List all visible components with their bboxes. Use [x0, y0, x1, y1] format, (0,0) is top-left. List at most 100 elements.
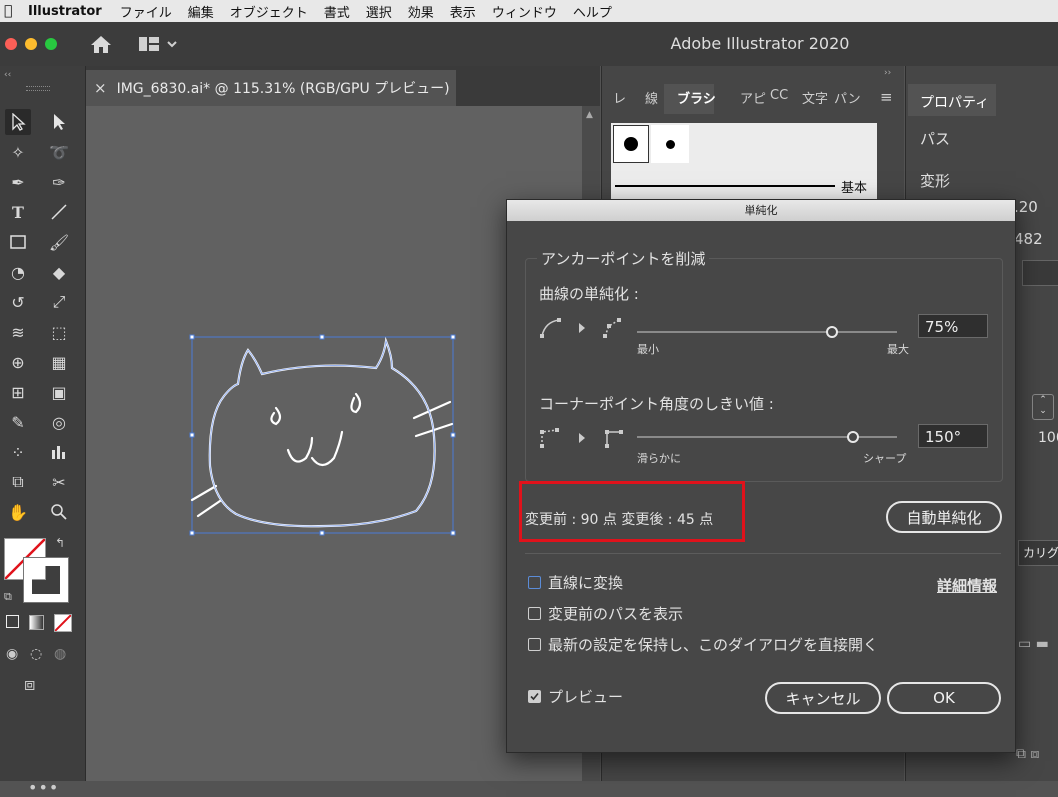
- shaper-tool-icon[interactable]: ◔: [5, 259, 31, 285]
- simplify-dialog: 単純化 アンカーポイントを削減 曲線の単純化 : 75% 最小 最大 コーナーポ…: [506, 199, 1016, 753]
- blend-tool-icon[interactable]: ◎: [46, 409, 72, 435]
- none-mode-icon[interactable]: [54, 614, 72, 632]
- type-tool-icon[interactable]: T: [5, 199, 31, 225]
- stroke-swatch[interactable]: [23, 557, 69, 603]
- tab-paragraph[interactable]: パン: [834, 88, 861, 107]
- app-title: Adobe Illustrator 2020: [670, 34, 850, 53]
- menu-edit[interactable]: 編集: [188, 2, 214, 21]
- gradient-mode-icon[interactable]: [29, 615, 44, 630]
- zoom-tool-icon[interactable]: [46, 499, 72, 525]
- shape-builder-tool-icon[interactable]: ⊕: [5, 349, 31, 375]
- eraser-tool-icon[interactable]: ◆: [46, 259, 72, 285]
- draw-inside-icon[interactable]: ◍: [54, 646, 66, 662]
- curve-simplify-label: 曲線の単純化 :: [539, 285, 639, 303]
- show-original-label: 変更前のパスを表示: [548, 605, 684, 623]
- align-icons[interactable]: ▭ ▬: [1018, 636, 1049, 652]
- swap-fill-stroke-icon[interactable]: ↰: [55, 536, 65, 550]
- toolbar-grip-icon[interactable]: [26, 86, 50, 91]
- panel-menu-icon[interactable]: ≡: [880, 88, 893, 106]
- tab-stroke[interactable]: 線: [645, 88, 658, 107]
- reference-point-dropdown[interactable]: [1022, 260, 1058, 286]
- magic-wand-tool-icon[interactable]: ✧: [5, 139, 31, 165]
- menu-select[interactable]: 選択: [366, 2, 392, 21]
- width-tool-icon[interactable]: ≋: [5, 319, 31, 345]
- collapse-panels-icon[interactable]: ››: [884, 68, 891, 78]
- tab-properties[interactable]: プロパティ: [908, 84, 996, 116]
- corner-min-label: 滑らかに: [637, 452, 681, 465]
- perspective-grid-tool-icon[interactable]: ▦: [46, 349, 72, 375]
- brush-library[interactable]: 基本: [611, 123, 877, 199]
- workspace-switcher-icon[interactable]: [138, 36, 178, 52]
- corner-max-label: シャープ: [863, 452, 907, 465]
- mac-menu-bar:  Illustrator ファイル 編集 オブジェクト 書式 選択 効果 表示…: [0, 0, 1058, 23]
- column-graph-tool-icon[interactable]: [46, 439, 72, 465]
- tab-cc-libraries[interactable]: CC: [770, 88, 788, 103]
- default-colors-icon[interactable]: ⧉: [4, 590, 12, 604]
- hand-tool-icon[interactable]: ✋: [5, 499, 31, 525]
- transform-x-value[interactable]: .20: [1014, 198, 1038, 216]
- menu-app-name[interactable]: Illustrator: [28, 4, 102, 19]
- color-mode-icon[interactable]: [6, 615, 19, 628]
- curve-slider[interactable]: [637, 326, 897, 338]
- pen-tool-icon[interactable]: ✒: [5, 169, 31, 195]
- slice-tool-icon[interactable]: ✂: [46, 469, 72, 495]
- menu-type[interactable]: 書式: [324, 2, 350, 21]
- highlight-annotation-box: [519, 481, 745, 542]
- tab-appearance[interactable]: アピ: [740, 88, 766, 107]
- screen-mode-icon[interactable]: ⧈: [24, 674, 35, 695]
- calligraphic-dropdown[interactable]: カリグ: [1018, 540, 1058, 566]
- free-transform-tool-icon[interactable]: ⬚: [46, 319, 72, 345]
- corner-slider[interactable]: [637, 431, 897, 443]
- rotate-tool-icon[interactable]: ↺: [5, 289, 31, 315]
- tab-brushes[interactable]: ブラシ: [677, 88, 716, 107]
- scale-tool-icon[interactable]: ⤢: [46, 289, 72, 315]
- apple-icon[interactable]: : [4, 3, 18, 19]
- preview-checkbox[interactable]: [528, 690, 541, 703]
- close-tab-icon[interactable]: ×: [94, 79, 107, 97]
- transform-y-value[interactable]: 482: [1014, 230, 1043, 248]
- tab-layers[interactable]: レ: [613, 88, 626, 107]
- rectangle-tool-icon[interactable]: [5, 229, 31, 255]
- menu-effect[interactable]: 効果: [408, 2, 434, 21]
- tab-character[interactable]: 文字: [802, 88, 828, 107]
- opacity-value[interactable]: 100: [1038, 430, 1058, 446]
- collapse-toolbar-icon[interactable]: ‹‹: [4, 70, 11, 80]
- ok-button[interactable]: OK: [887, 682, 1001, 714]
- zoom-window-button[interactable]: [45, 38, 57, 50]
- document-tab[interactable]: × IMG_6830.ai* @ 115.31% (RGB/GPU プレビュー): [86, 70, 456, 106]
- curvature-tool-icon[interactable]: ✑: [46, 169, 72, 195]
- draw-behind-icon[interactable]: ◌: [30, 646, 42, 662]
- corner-value-input[interactable]: 150°: [918, 424, 988, 448]
- stepper-icon[interactable]: ⌃ ⌄: [1032, 394, 1054, 420]
- menu-help[interactable]: ヘルプ: [573, 2, 612, 21]
- menu-file[interactable]: ファイル: [120, 2, 172, 21]
- brush-small-dot[interactable]: [651, 125, 689, 163]
- eyedropper-tool-icon[interactable]: ✎: [5, 409, 31, 435]
- close-window-button[interactable]: [5, 38, 17, 50]
- menu-object[interactable]: オブジェクト: [230, 2, 308, 21]
- curve-value-input[interactable]: 75%: [918, 314, 988, 338]
- mesh-tool-icon[interactable]: ⊞: [5, 379, 31, 405]
- artboard-tool-icon[interactable]: ⧉: [5, 469, 31, 495]
- draw-normal-icon[interactable]: ◉: [6, 646, 18, 662]
- gradient-tool-icon[interactable]: ▣: [46, 379, 72, 405]
- keep-settings-checkbox[interactable]: [528, 638, 541, 651]
- brush-large-dot[interactable]: [613, 125, 649, 163]
- menu-view[interactable]: 表示: [450, 2, 476, 21]
- minimize-window-button[interactable]: [25, 38, 37, 50]
- show-original-checkbox[interactable]: [528, 607, 541, 620]
- pathfinder-icons[interactable]: ⧉ ⧈: [1016, 746, 1039, 762]
- menu-window[interactable]: ウィンドウ: [492, 2, 557, 21]
- more-options-link[interactable]: 詳細情報: [937, 575, 997, 596]
- direct-selection-tool-icon[interactable]: [46, 109, 72, 135]
- auto-simplify-button[interactable]: 自動単純化: [886, 501, 1002, 533]
- convert-to-lines-checkbox[interactable]: [528, 576, 541, 589]
- symbol-sprayer-tool-icon[interactable]: ⁘: [5, 439, 31, 465]
- line-segment-tool-icon[interactable]: [46, 199, 72, 225]
- cancel-button[interactable]: キャンセル: [765, 682, 881, 714]
- paintbrush-tool-icon[interactable]: 🖌: [46, 229, 72, 255]
- basic-brush-stroke[interactable]: [615, 185, 835, 187]
- lasso-tool-icon[interactable]: ➰: [46, 139, 72, 165]
- home-icon[interactable]: [90, 34, 112, 54]
- selection-tool-icon[interactable]: [5, 109, 31, 135]
